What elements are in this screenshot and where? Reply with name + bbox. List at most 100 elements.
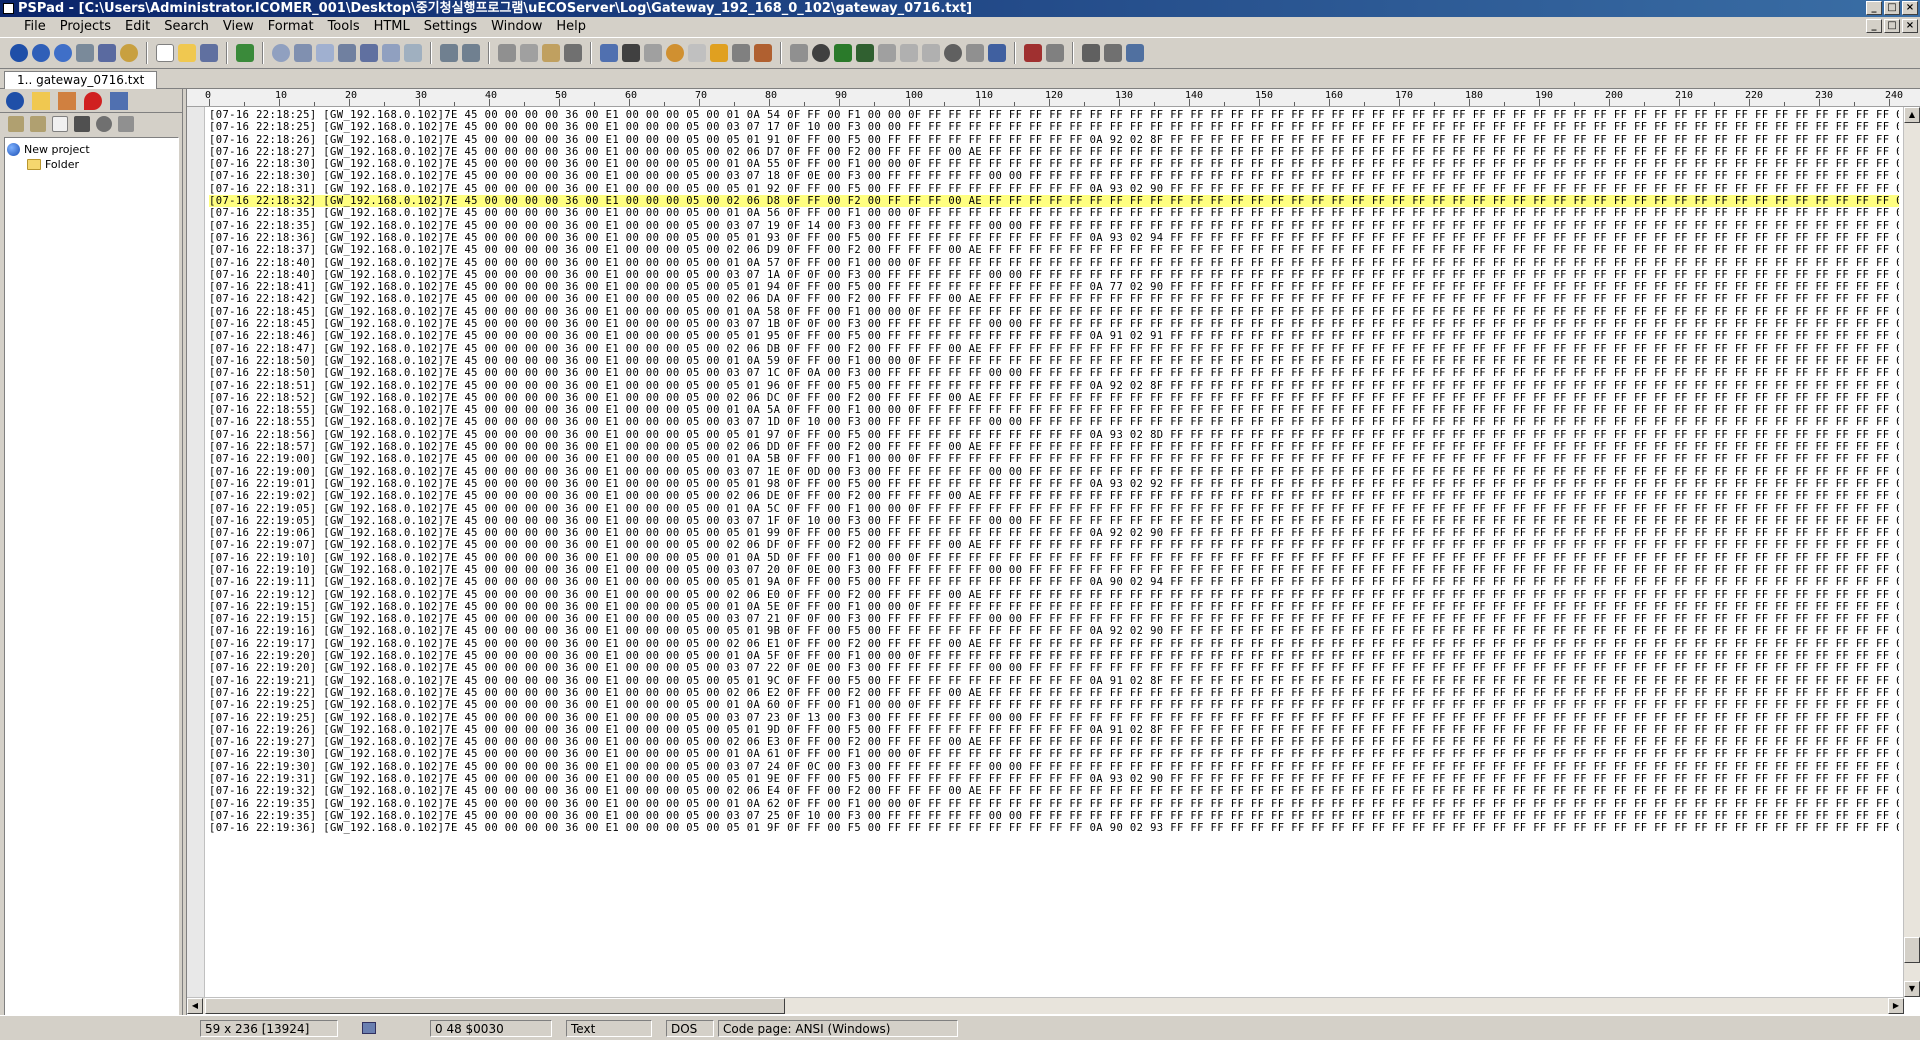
- google-icon[interactable]: [988, 44, 1006, 62]
- clip-icon[interactable]: [1104, 44, 1122, 62]
- text-line[interactable]: [07-16 22:19:07] [GW_192.168.0.102]7E 45…: [209, 539, 1899, 551]
- tag-icon[interactable]: [754, 44, 772, 62]
- lock-icon[interactable]: [710, 44, 728, 62]
- text-line[interactable]: [07-16 22:19:27] [GW_192.168.0.102]7E 45…: [209, 736, 1899, 748]
- favorites-tab-icon[interactable]: [84, 91, 102, 110]
- scroll-up-icon[interactable]: ▲: [1904, 107, 1920, 123]
- text-line[interactable]: [07-16 22:19:11] [GW_192.168.0.102]7E 45…: [209, 576, 1899, 588]
- macro-icon[interactable]: [1046, 44, 1064, 62]
- word-wrap-icon[interactable]: [600, 44, 618, 62]
- text-line[interactable]: [07-16 22:19:22] [GW_192.168.0.102]7E 45…: [209, 687, 1899, 699]
- column-icon[interactable]: [644, 44, 662, 62]
- stop-icon[interactable]: [1024, 44, 1042, 62]
- replace-icon[interactable]: [294, 44, 312, 62]
- text-line[interactable]: [07-16 22:18:57] [GW_192.168.0.102]7E 45…: [209, 441, 1899, 453]
- table-icon[interactable]: [834, 44, 852, 62]
- undo-icon[interactable]: [440, 44, 458, 62]
- paste-icon[interactable]: [542, 44, 560, 62]
- text-line[interactable]: [07-16 22:18:40] [GW_192.168.0.102]7E 45…: [209, 257, 1899, 269]
- text-line[interactable]: [07-16 22:19:26] [GW_192.168.0.102]7E 45…: [209, 724, 1899, 736]
- tree-item-project[interactable]: New project: [7, 142, 176, 157]
- menu-help[interactable]: Help: [549, 17, 593, 37]
- text-line[interactable]: [07-16 22:19:35] [GW_192.168.0.102]7E 45…: [209, 798, 1899, 810]
- menu-html[interactable]: HTML: [367, 17, 417, 37]
- text-line[interactable]: [07-16 22:19:20] [GW_192.168.0.102]7E 45…: [209, 650, 1899, 662]
- block-icon[interactable]: [688, 44, 706, 62]
- open-files-tab-icon[interactable]: [110, 91, 128, 110]
- project-menu-icon[interactable]: [54, 44, 72, 62]
- menu-format[interactable]: Format: [261, 17, 321, 37]
- filter-icon[interactable]: [966, 44, 984, 62]
- find-icon[interactable]: [272, 44, 290, 62]
- editor-pane[interactable]: 0 10 20 30 40 50 60 70 80 90 100 110 120 130 140 150 160…: [186, 89, 1920, 1015]
- text-line[interactable]: [07-16 22:18:55] [GW_192.168.0.102]7E 45…: [209, 404, 1899, 416]
- goto-icon[interactable]: [338, 44, 356, 62]
- panel-icon[interactable]: [1082, 44, 1100, 62]
- text-line[interactable]: [07-16 22:19:21] [GW_192.168.0.102]7E 45…: [209, 675, 1899, 687]
- tree-item-folder[interactable]: Folder: [7, 157, 176, 172]
- text-line[interactable]: [07-16 22:18:35] [GW_192.168.0.102]7E 45…: [209, 220, 1899, 232]
- text-line[interactable]: [07-16 22:18:56] [GW_192.168.0.102]7E 45…: [209, 429, 1899, 441]
- text-line[interactable]: [07-16 22:19:25] [GW_192.168.0.102]7E 45…: [209, 699, 1899, 711]
- text-line[interactable]: [07-16 22:18:25] [GW_192.168.0.102]7E 45…: [209, 121, 1899, 133]
- menu-settings[interactable]: Settings: [417, 17, 484, 37]
- preview-icon[interactable]: [316, 44, 334, 62]
- menu-tools[interactable]: Tools: [321, 17, 367, 37]
- project-settings-icon[interactable]: [118, 116, 134, 132]
- print-icon[interactable]: [382, 44, 400, 62]
- open-project-icon[interactable]: [10, 44, 28, 62]
- text-line[interactable]: [07-16 22:19:10] [GW_192.168.0.102]7E 45…: [209, 552, 1899, 564]
- new-folder-icon[interactable]: [8, 116, 24, 132]
- text-line[interactable]: [07-16 22:19:15] [GW_192.168.0.102]7E 45…: [209, 601, 1899, 613]
- doc-close-button[interactable]: ×: [1902, 19, 1918, 33]
- scroll-right-icon[interactable]: ▶: [1888, 998, 1904, 1014]
- text-line[interactable]: [07-16 22:18:31] [GW_192.168.0.102]7E 45…: [209, 183, 1899, 195]
- save-icon[interactable]: [200, 44, 218, 62]
- text-line[interactable]: [07-16 22:19:00] [GW_192.168.0.102]7E 45…: [209, 453, 1899, 465]
- compile-icon[interactable]: [76, 44, 94, 62]
- horizontal-scroll-thumb[interactable]: [205, 998, 785, 1014]
- text-line[interactable]: [07-16 22:18:51] [GW_192.168.0.102]7E 45…: [209, 380, 1899, 392]
- project-tree[interactable]: New project Folder: [4, 137, 179, 1032]
- text-line[interactable]: [07-16 22:19:02] [GW_192.168.0.102]7E 45…: [209, 490, 1899, 502]
- settings-icon[interactable]: [120, 44, 138, 62]
- horizontal-scrollbar[interactable]: ◀ ▶: [187, 997, 1904, 1014]
- text-line[interactable]: [07-16 22:18:47] [GW_192.168.0.102]7E 45…: [209, 343, 1899, 355]
- save-project-icon[interactable]: [32, 44, 50, 62]
- text-line[interactable]: [07-16 22:19:30] [GW_192.168.0.102]7E 45…: [209, 748, 1899, 760]
- add-file-icon[interactable]: [52, 116, 68, 132]
- text-area[interactable]: [07-16 22:18:25] [GW_192.168.0.102]7E 45…: [209, 109, 1899, 999]
- grid-icon[interactable]: [856, 44, 874, 62]
- text-line[interactable]: [07-16 22:18:30] [GW_192.168.0.102]7E 45…: [209, 158, 1899, 170]
- text-line[interactable]: [07-16 22:18:30] [GW_192.168.0.102]7E 45…: [209, 170, 1899, 182]
- maximize-button[interactable]: □: [1884, 1, 1900, 15]
- status-mode[interactable]: Text: [566, 1020, 652, 1037]
- refresh-icon[interactable]: [96, 116, 112, 132]
- text-line[interactable]: [07-16 22:19:36] [GW_192.168.0.102]7E 45…: [209, 822, 1899, 834]
- text-line[interactable]: [07-16 22:18:45] [GW_192.168.0.102]7E 45…: [209, 306, 1899, 318]
- checker-icon[interactable]: [922, 44, 940, 62]
- doc-minimize-button[interactable]: _: [1866, 19, 1882, 33]
- text-line[interactable]: [07-16 22:19:16] [GW_192.168.0.102]7E 45…: [209, 625, 1899, 637]
- text-line[interactable]: [07-16 22:18:37] [GW_192.168.0.102]7E 45…: [209, 244, 1899, 256]
- open-file-icon[interactable]: [178, 44, 196, 62]
- text-line[interactable]: [07-16 22:18:27] [GW_192.168.0.102]7E 45…: [209, 146, 1899, 158]
- text-line[interactable]: [07-16 22:18:50] [GW_192.168.0.102]7E 45…: [209, 355, 1899, 367]
- text-line[interactable]: [07-16 22:19:05] [GW_192.168.0.102]7E 45…: [209, 515, 1899, 527]
- add-folder-icon[interactable]: [30, 116, 46, 132]
- text-line[interactable]: [07-16 22:19:31] [GW_192.168.0.102]7E 45…: [209, 773, 1899, 785]
- redo-icon[interactable]: [462, 44, 480, 62]
- text-line[interactable]: [07-16 22:19:15] [GW_192.168.0.102]7E 45…: [209, 613, 1899, 625]
- indent-icon[interactable]: [790, 44, 808, 62]
- text-line[interactable]: [07-16 22:18:41] [GW_192.168.0.102]7E 45…: [209, 281, 1899, 293]
- text-line[interactable]: [07-16 22:19:32] [GW_192.168.0.102]7E 45…: [209, 785, 1899, 797]
- menu-projects[interactable]: Projects: [53, 17, 118, 37]
- text-line[interactable]: [07-16 22:18:52] [GW_192.168.0.102]7E 45…: [209, 392, 1899, 404]
- menu-window[interactable]: Window: [484, 17, 549, 37]
- text-line[interactable]: [07-16 22:18:50] [GW_192.168.0.102]7E 45…: [209, 367, 1899, 379]
- text-line[interactable]: [07-16 22:19:05] [GW_192.168.0.102]7E 45…: [209, 503, 1899, 515]
- print-preview-icon[interactable]: [404, 44, 422, 62]
- bookmark-icon[interactable]: [360, 44, 378, 62]
- new-file-icon[interactable]: [156, 44, 174, 62]
- ftp-icon[interactable]: [236, 44, 254, 62]
